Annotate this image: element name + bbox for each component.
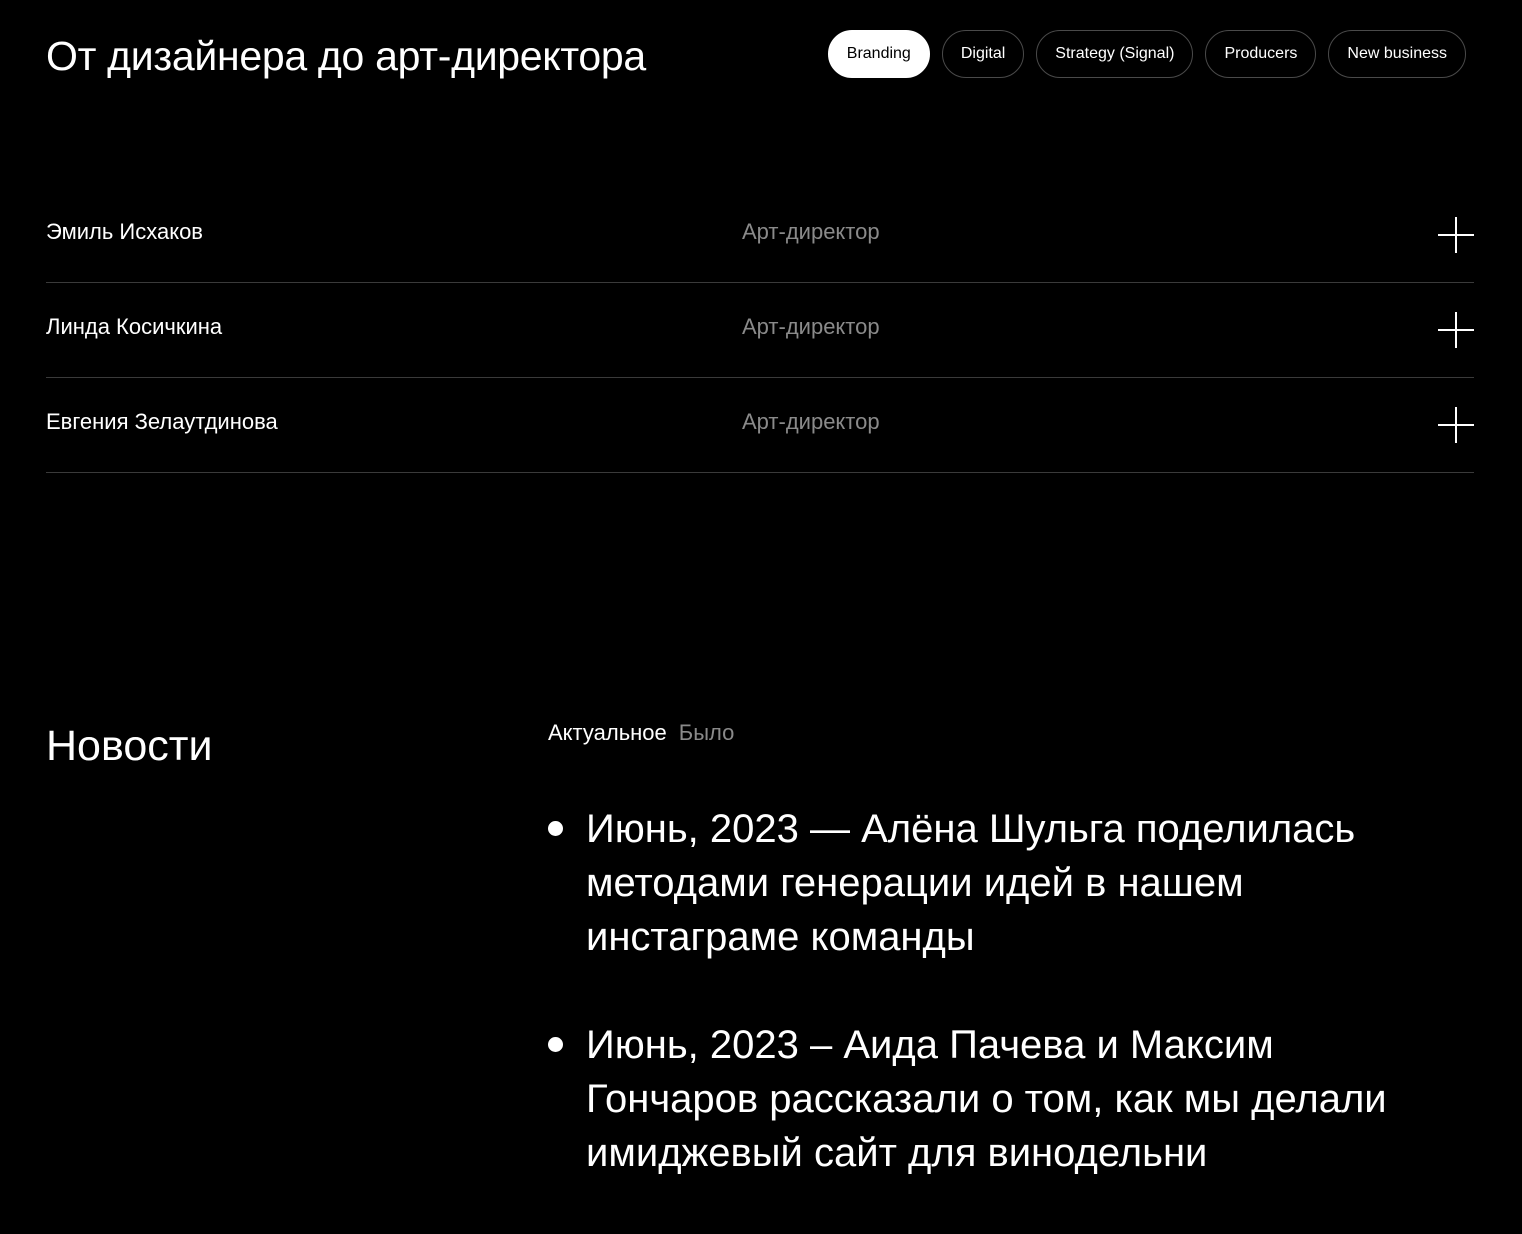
plus-icon[interactable] <box>1438 407 1474 443</box>
news-item-text: Июнь, 2023 — Алёна Шульга поделилась мет… <box>586 807 1356 959</box>
news-item-text: Июнь, 2023 – Аида Пачева и Максим Гончар… <box>586 1023 1387 1175</box>
team-filters: Branding Digital Strategy (Signal) Produ… <box>827 30 1466 78</box>
plus-icon[interactable] <box>1438 312 1474 348</box>
news-list: Июнь, 2023 — Алёна Шульга поделилась мет… <box>548 802 1448 1234</box>
person-name: Евгения Зелаутдинова <box>46 409 278 434</box>
news-item[interactable]: Июнь, 2023 — Алёна Шульга поделилась мет… <box>548 802 1448 964</box>
plus-icon[interactable] <box>1438 217 1474 253</box>
person-role: Арт-директор <box>742 409 880 434</box>
bullet-icon <box>548 821 563 836</box>
person-role: Арт-директор <box>742 314 880 339</box>
filter-new-business[interactable]: New business <box>1328 30 1466 78</box>
team-title: От дизайнера до арт-директора <box>46 33 646 79</box>
news-item[interactable]: Июнь, 2023 – Аида Пачева и Максим Гончар… <box>548 1018 1448 1180</box>
news-tabs: Актуальное Было <box>548 718 734 748</box>
team-header: От дизайнера до арт-директора Branding D… <box>46 24 1476 88</box>
person-name: Линда Косичкина <box>46 314 223 339</box>
filter-strategy[interactable]: Strategy (Signal) <box>1036 30 1194 78</box>
person-row[interactable]: Линда Косичкина Арт-директор <box>46 283 1474 378</box>
person-row[interactable]: Евгения Зелаутдинова Арт-директор <box>46 378 1474 473</box>
news-title: Новости <box>46 722 213 770</box>
bullet-icon <box>548 1037 563 1052</box>
person-row[interactable]: Эмиль Исхаков Арт-директор <box>46 188 1474 283</box>
tab-past[interactable]: Было <box>679 718 735 748</box>
filter-producers[interactable]: Producers <box>1205 30 1317 78</box>
filter-digital[interactable]: Digital <box>941 30 1025 78</box>
person-name: Эмиль Исхаков <box>46 219 203 244</box>
people-list: Эмиль Исхаков Арт-директор Линда Косички… <box>46 188 1474 473</box>
person-role: Арт-директор <box>742 219 880 244</box>
filter-branding[interactable]: Branding <box>827 30 930 78</box>
tab-current[interactable]: Актуальное <box>548 718 667 748</box>
